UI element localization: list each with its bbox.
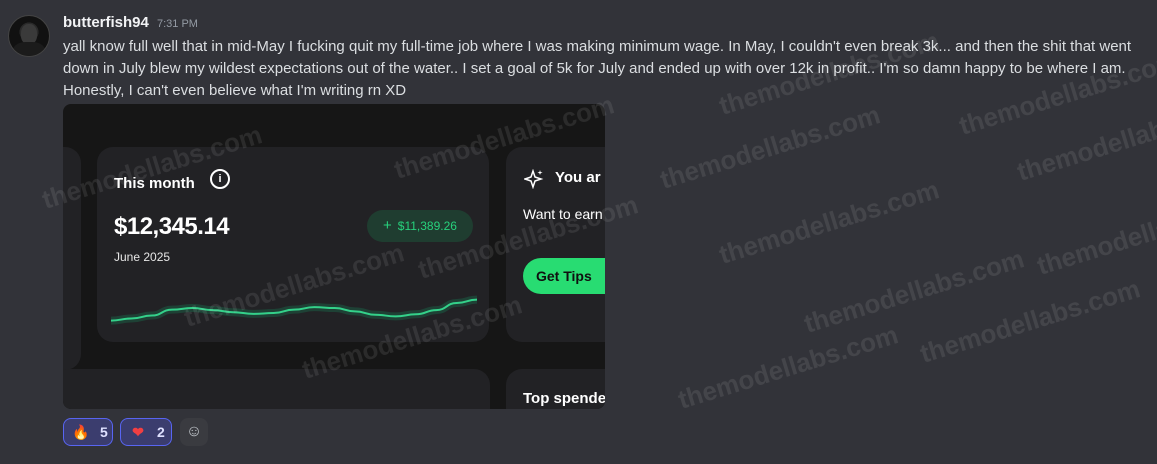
fire-icon: 🔥 bbox=[72, 423, 90, 440]
gain-badge: + $11,389.26 bbox=[367, 210, 473, 242]
watermark: themodellabs.com bbox=[916, 273, 1144, 369]
top-spenders-card: Top spende bbox=[506, 369, 605, 409]
card-title: This month bbox=[114, 175, 195, 192]
reaction-count: 2 bbox=[157, 424, 165, 440]
month-label: June 2025 bbox=[114, 250, 171, 264]
watermark: themodellabs.com bbox=[674, 319, 902, 415]
tips-card: You ar Want to earn increased re Get Tip… bbox=[506, 147, 605, 342]
sparkles-icon bbox=[524, 169, 544, 189]
watermark: themodellabs.com bbox=[656, 99, 884, 195]
avatar[interactable] bbox=[8, 15, 50, 57]
top-spenders-title: Top spende bbox=[523, 390, 605, 407]
this-month-card: This month i $12,345.14 June 2025 + $11,3… bbox=[97, 147, 489, 342]
heart-icon: ❤ bbox=[132, 423, 144, 440]
tips-title: You ar bbox=[555, 169, 601, 186]
tips-text: Want to earn increased re bbox=[523, 206, 605, 222]
username[interactable]: butterfish94 bbox=[63, 14, 149, 31]
add-reaction-button[interactable]: ☺ bbox=[180, 418, 208, 446]
message-timestamp[interactable]: 7:31 PM bbox=[157, 18, 198, 30]
reaction-count: 5 bbox=[100, 424, 108, 440]
message-text: yall know full well that in mid-May I fu… bbox=[63, 38, 1132, 99]
gain-value: $11,389.26 bbox=[397, 219, 457, 233]
avatar-body bbox=[13, 42, 45, 56]
reaction-fire[interactable]: 🔥 5 bbox=[63, 418, 113, 446]
image-attachment[interactable]: This month i $12,345.14 June 2025 + $11,3… bbox=[63, 104, 605, 409]
bottom-card-left bbox=[63, 369, 490, 409]
watermark: themodellabs.com bbox=[1033, 185, 1157, 281]
get-tips-button[interactable]: Get Tips bbox=[523, 258, 605, 294]
monthly-amount: $12,345.14 bbox=[114, 213, 230, 240]
smiley-icon: ☺ bbox=[185, 423, 203, 440]
partial-card-left bbox=[63, 147, 81, 370]
watermark: themodellabs.com bbox=[800, 243, 1028, 339]
watermark: themodellabs.com bbox=[715, 174, 943, 270]
plus-icon: + bbox=[383, 217, 392, 234]
earnings-sparkline bbox=[111, 295, 477, 325]
info-icon: i bbox=[210, 169, 230, 189]
watermark: themodellabs.com bbox=[1013, 91, 1157, 187]
avatar-face bbox=[21, 24, 37, 44]
reaction-heart[interactable]: ❤ 2 bbox=[120, 418, 172, 446]
